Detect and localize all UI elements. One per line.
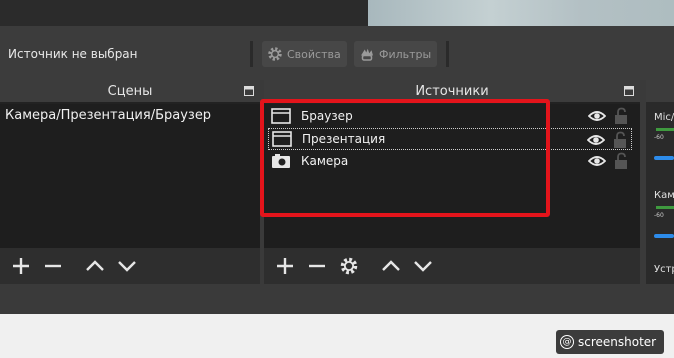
remove-source-button[interactable] bbox=[302, 251, 332, 281]
volume-meter bbox=[656, 128, 674, 131]
move-scene-down-button[interactable] bbox=[112, 251, 142, 281]
eye-icon[interactable] bbox=[588, 153, 606, 169]
eye-icon[interactable] bbox=[588, 108, 606, 124]
preview-image bbox=[368, 0, 674, 26]
filters-button[interactable]: Фильтры bbox=[354, 41, 438, 67]
gear-icon bbox=[340, 257, 358, 275]
chevron-down-icon bbox=[414, 261, 432, 272]
unlock-icon[interactable] bbox=[614, 107, 628, 125]
watermark: @ screenshoter bbox=[556, 330, 665, 354]
eye-icon[interactable] bbox=[587, 132, 605, 148]
status-area bbox=[0, 284, 674, 314]
no-source-label: Источник не выбран bbox=[8, 47, 138, 61]
mixer-channel-label: Устр bbox=[654, 264, 674, 275]
remove-scene-button[interactable] bbox=[38, 251, 68, 281]
move-source-down-button[interactable] bbox=[408, 251, 438, 281]
volume-slider[interactable] bbox=[654, 156, 674, 160]
audio-mixer-dock: Mic/ -60 Кам -60 Устр bbox=[646, 80, 674, 284]
chevron-down-icon bbox=[118, 261, 136, 272]
mixer-list: Mic/ -60 Кам -60 Устр bbox=[646, 104, 674, 275]
move-source-up-button[interactable] bbox=[376, 251, 406, 281]
properties-label: Свойства bbox=[287, 47, 341, 61]
highlight-annotation bbox=[260, 99, 550, 217]
scenes-title: Сцены bbox=[0, 80, 260, 102]
gear-icon bbox=[268, 47, 282, 61]
scene-item[interactable]: Камера/Презентация/Браузер bbox=[0, 104, 260, 126]
volume-meter bbox=[656, 206, 674, 209]
minus-icon bbox=[309, 264, 325, 268]
move-scene-up-button[interactable] bbox=[80, 251, 110, 281]
meter-scale: -60 bbox=[654, 212, 664, 219]
context-separator bbox=[446, 41, 449, 67]
mixer-title bbox=[646, 80, 674, 102]
chevron-up-icon bbox=[382, 260, 400, 271]
undock-icon[interactable] bbox=[624, 86, 634, 96]
watermark-text: screenshoter bbox=[578, 335, 657, 349]
scenes-toolbar bbox=[0, 248, 260, 284]
at-icon: @ bbox=[560, 335, 574, 349]
undock-icon[interactable] bbox=[244, 86, 254, 96]
scenes-dock: Сцены Камера/Презентация/Браузер bbox=[0, 80, 260, 284]
filters-label: Фильтры bbox=[379, 47, 432, 61]
scenes-list[interactable]: Камера/Презентация/Браузер bbox=[0, 104, 260, 248]
volume-slider[interactable] bbox=[654, 234, 674, 238]
context-separator bbox=[250, 41, 253, 67]
mixer-channel-label: Mic/ bbox=[654, 112, 674, 123]
add-source-button[interactable] bbox=[270, 251, 300, 281]
plus-icon bbox=[277, 258, 293, 274]
properties-button[interactable]: Свойства bbox=[262, 41, 347, 67]
scene-item-label: Камера/Презентация/Браузер bbox=[5, 107, 212, 123]
add-scene-button[interactable] bbox=[6, 251, 36, 281]
unlock-icon[interactable] bbox=[613, 131, 627, 149]
plus-icon bbox=[13, 258, 29, 274]
meter-scale: -60 bbox=[654, 134, 664, 141]
sources-toolbar bbox=[264, 248, 640, 284]
source-properties-button[interactable] bbox=[334, 251, 364, 281]
chevron-up-icon bbox=[86, 260, 104, 271]
minus-icon bbox=[45, 264, 61, 268]
filters-icon bbox=[361, 48, 373, 61]
mixer-channel-label: Кам bbox=[654, 190, 674, 201]
unlock-icon[interactable] bbox=[614, 152, 628, 170]
